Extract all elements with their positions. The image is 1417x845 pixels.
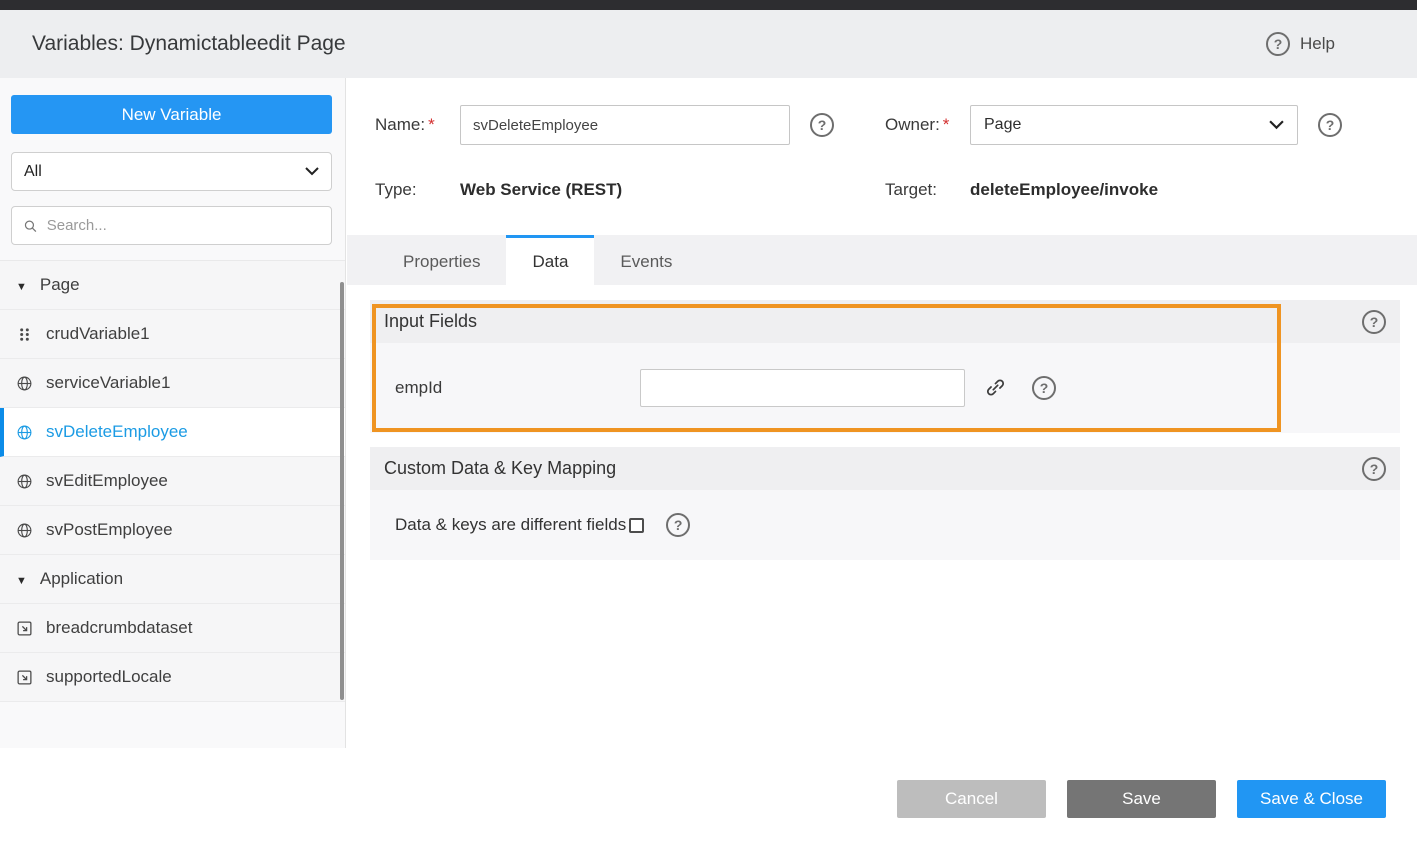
globe-icon	[16, 522, 33, 539]
variables-tree: Page crudVariable1 serviceVariable1 svDe…	[0, 260, 345, 702]
custom-data-body: Data & keys are different fields	[370, 490, 1400, 560]
input-fields-title: Input Fields	[384, 311, 477, 332]
variables-sidebar: New Variable All Page crudVariable1 serv…	[0, 78, 346, 748]
tree-item-sveditemployee[interactable]: svEditEmployee	[0, 457, 345, 506]
crud-variable-icon	[16, 327, 33, 342]
sidebar-scrollbar[interactable]	[340, 282, 344, 700]
custom-data-title: Custom Data & Key Mapping	[384, 458, 616, 479]
different-fields-label: Data & keys are different fields	[395, 515, 626, 535]
new-variable-button[interactable]: New Variable	[11, 95, 332, 134]
required-mark: *	[943, 115, 950, 134]
variable-search-box	[11, 206, 332, 245]
search-icon	[23, 218, 38, 234]
tree-item-label: breadcrumbdataset	[46, 618, 192, 638]
tree-item-label: svDeleteEmployee	[46, 422, 188, 442]
name-input[interactable]	[460, 105, 790, 145]
empid-input[interactable]	[640, 369, 965, 407]
owner-selected-value: Page	[984, 116, 1021, 134]
help-label: Help	[1300, 34, 1335, 54]
bind-link-icon[interactable]	[985, 377, 1006, 398]
tree-group-page[interactable]: Page	[0, 261, 345, 310]
tree-item-breadcrumbdataset[interactable]: breadcrumbdataset	[0, 604, 345, 653]
cancel-button[interactable]: Cancel	[897, 780, 1046, 818]
tab-events[interactable]: Events	[594, 235, 698, 285]
input-fields-help-icon[interactable]	[1362, 310, 1386, 334]
tab-bar: Properties Data Events	[347, 235, 1417, 285]
custom-data-header: Custom Data & Key Mapping	[370, 447, 1400, 490]
tree-item-crudvariable1[interactable]: crudVariable1	[0, 310, 345, 359]
variable-filter-select[interactable]: All	[11, 152, 332, 191]
dialog-footer: Cancel Save Save & Close	[0, 748, 1417, 845]
input-fields-header: Input Fields	[370, 300, 1400, 343]
empid-label: empId	[395, 343, 442, 433]
help-button[interactable]: Help	[1266, 32, 1335, 56]
different-fields-checkbox[interactable]	[629, 518, 644, 533]
dataset-icon	[16, 620, 33, 637]
owner-help-icon[interactable]	[1318, 113, 1342, 137]
target-label: Target:	[885, 175, 937, 205]
type-label: Type:	[375, 175, 417, 205]
tree-item-label: serviceVariable1	[46, 373, 170, 393]
tree-item-svdeleteemployee[interactable]: svDeleteEmployee	[0, 408, 345, 457]
target-value: deleteEmployee/invoke	[970, 175, 1158, 205]
tab-data[interactable]: Data	[506, 235, 594, 285]
tree-group-application[interactable]: Application	[0, 555, 345, 604]
footer-buttons: Cancel Save Save & Close	[897, 780, 1386, 818]
different-fields-help-icon[interactable]	[666, 513, 690, 537]
globe-icon	[16, 424, 33, 441]
search-input[interactable]	[47, 217, 320, 234]
top-edge-strip	[0, 0, 1417, 10]
tree-item-svpostemployee[interactable]: svPostEmployee	[0, 506, 345, 555]
input-fields-body: empId	[370, 343, 1400, 433]
type-value: Web Service (REST)	[460, 175, 622, 205]
required-mark: *	[428, 115, 435, 134]
custom-data-help-icon[interactable]	[1362, 457, 1386, 481]
owner-label: Owner:*	[885, 105, 949, 145]
globe-icon	[16, 473, 33, 490]
owner-select[interactable]: Page	[970, 105, 1298, 145]
triangle-down-icon	[16, 569, 27, 589]
custom-data-section: Custom Data & Key Mapping Data & keys ar…	[370, 447, 1400, 560]
tree-group-label: Application	[40, 569, 123, 589]
save-and-close-button[interactable]: Save & Close	[1237, 780, 1386, 818]
variable-detail-panel: Name:* Owner:* Page Type: Web Service (R…	[347, 78, 1417, 748]
dataset-icon	[16, 669, 33, 686]
chevron-down-icon	[1269, 120, 1284, 130]
save-button[interactable]: Save	[1067, 780, 1216, 818]
name-help-icon[interactable]	[810, 113, 834, 137]
globe-icon	[16, 375, 33, 392]
tab-properties[interactable]: Properties	[377, 235, 506, 285]
tree-item-label: crudVariable1	[46, 324, 150, 344]
tree-item-supportedlocale[interactable]: supportedLocale	[0, 653, 345, 702]
chevron-down-icon	[305, 167, 319, 176]
tree-item-label: svEditEmployee	[46, 471, 168, 491]
tree-item-servicevariable1[interactable]: serviceVariable1	[0, 359, 345, 408]
filter-selected-value: All	[24, 163, 42, 181]
tree-item-label: supportedLocale	[46, 667, 172, 687]
tree-group-label: Page	[40, 275, 80, 295]
input-fields-section: Input Fields empId	[370, 300, 1400, 433]
dialog-header: Variables: Dynamictableedit Page Help	[0, 10, 1417, 78]
page-title: Variables: Dynamictableedit Page	[32, 32, 346, 56]
empid-help-icon[interactable]	[1032, 376, 1056, 400]
triangle-down-icon	[16, 275, 27, 295]
help-question-circle-icon	[1266, 32, 1290, 56]
name-label: Name:*	[375, 105, 435, 145]
tree-item-label: svPostEmployee	[46, 520, 173, 540]
